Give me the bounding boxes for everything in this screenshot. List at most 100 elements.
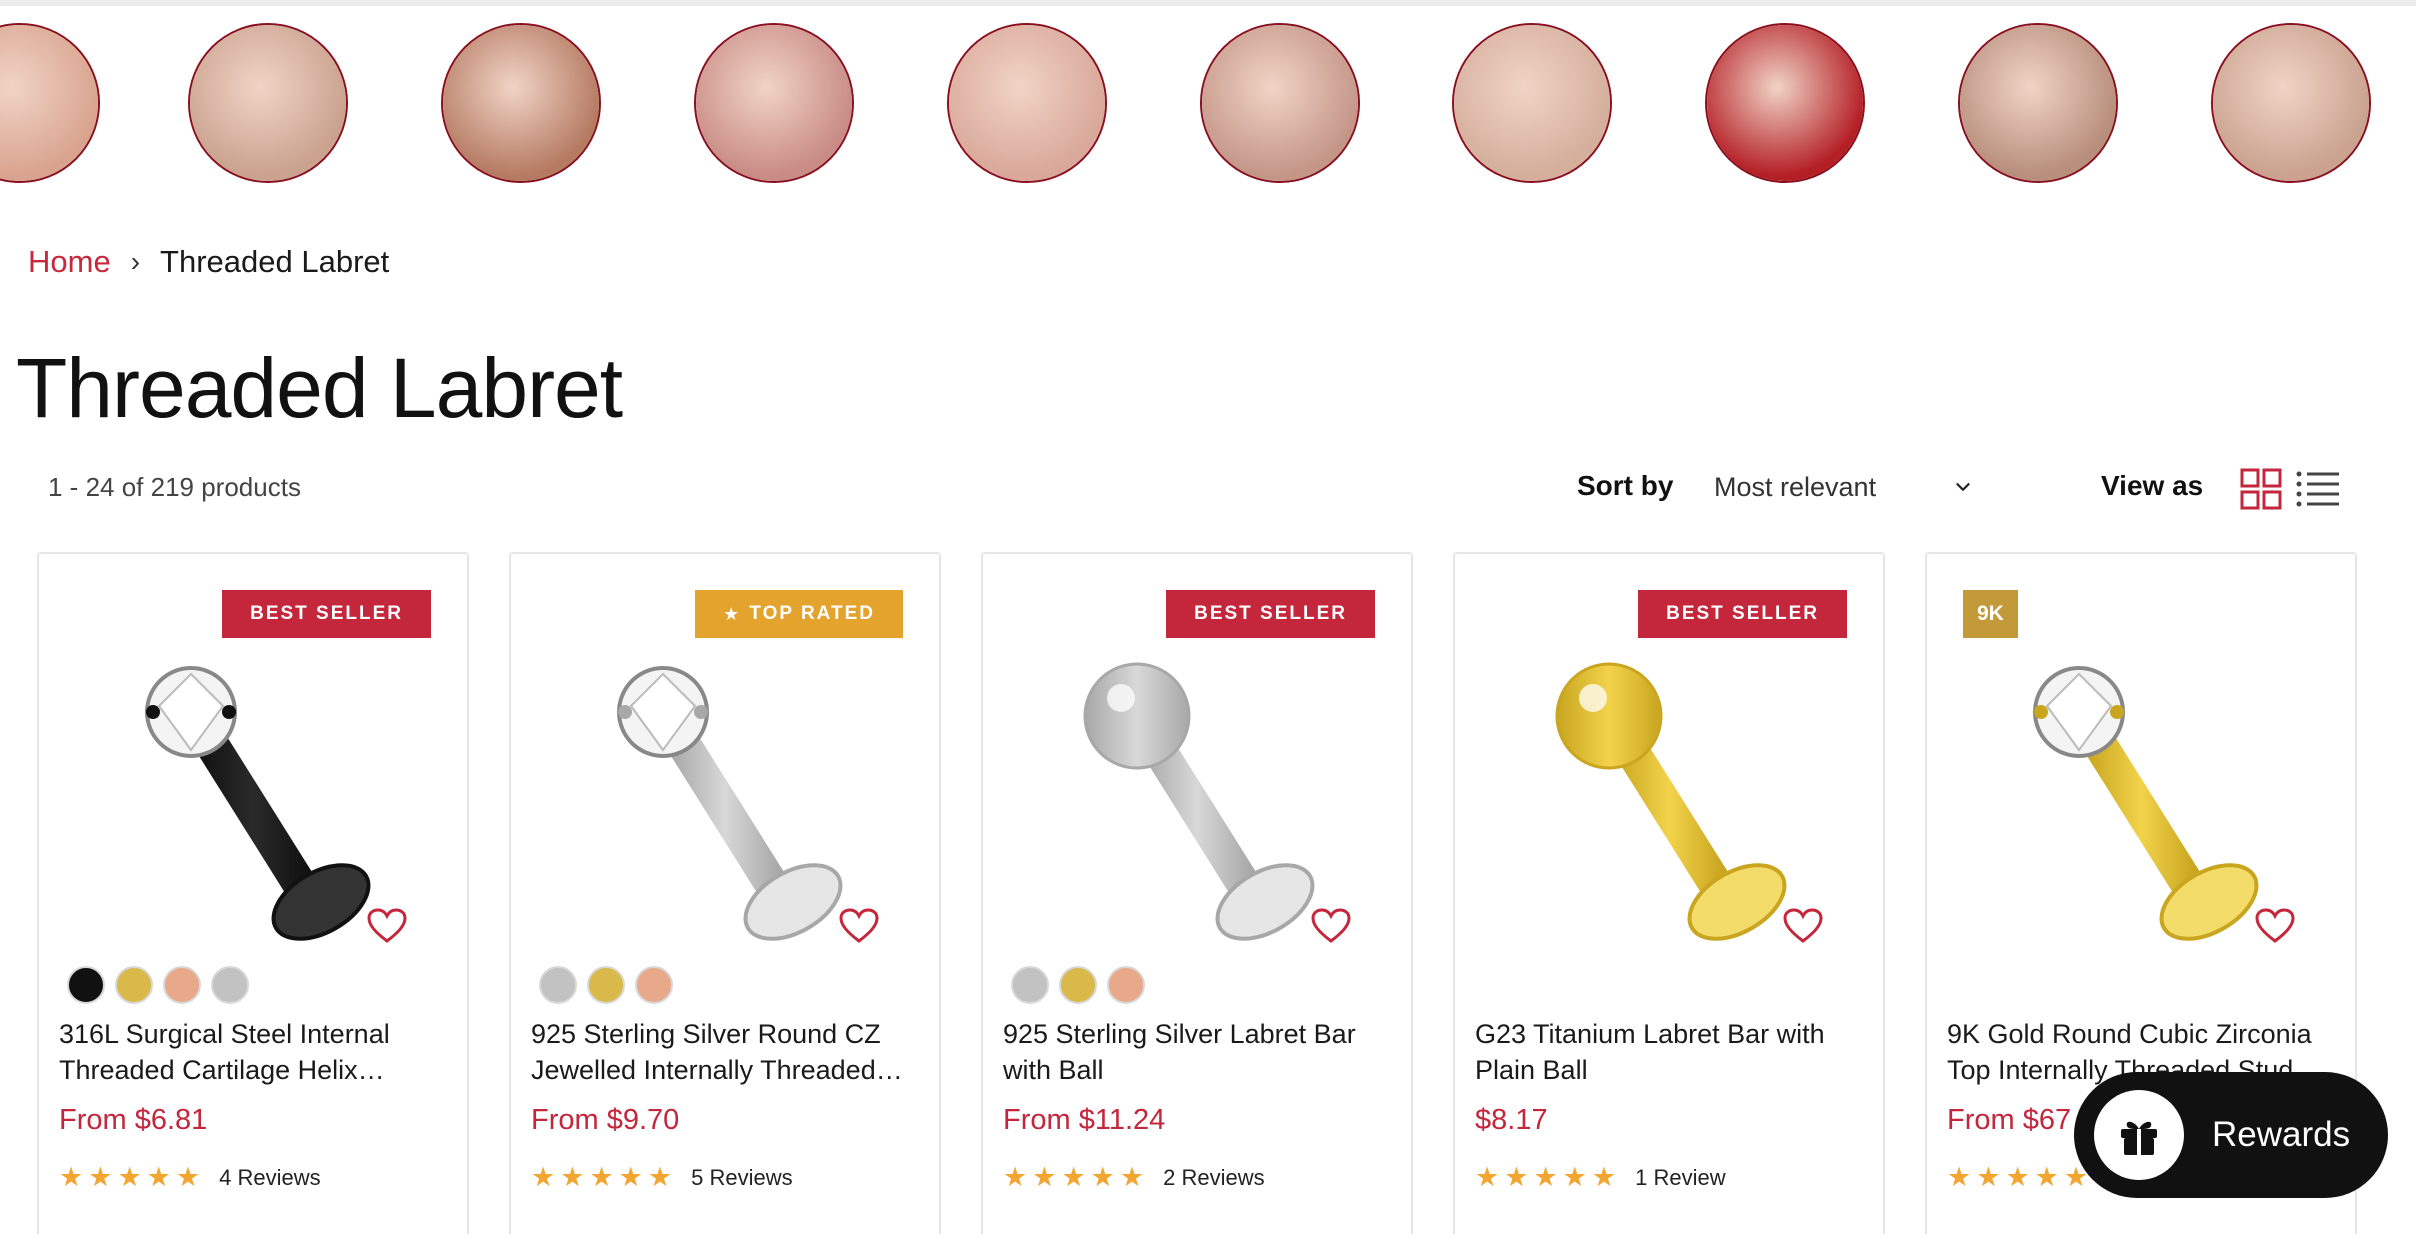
rating-star-icon: ★ bbox=[1504, 1162, 1529, 1192]
wishlist-heart-icon[interactable] bbox=[2255, 908, 2295, 944]
category-carousel bbox=[0, 20, 2416, 186]
breadcrumb-separator-icon: › bbox=[130, 246, 141, 277]
category-photo bbox=[2213, 25, 2369, 181]
rating-star-icon: ★ bbox=[1032, 1162, 1057, 1192]
category-photo bbox=[1454, 25, 1610, 181]
color-swatch[interactable] bbox=[635, 966, 673, 1004]
product-badge-label: BEST SELLER bbox=[1666, 603, 1819, 624]
product-rating[interactable]: ★ ★ ★ ★ ★ 5 Reviews bbox=[531, 1164, 793, 1191]
wishlist-heart-icon[interactable] bbox=[367, 908, 407, 944]
product-price: From $6.81 bbox=[59, 1104, 208, 1136]
product-title[interactable]: 316L Surgical Steel Internal Threaded Ca… bbox=[59, 1016, 454, 1088]
category-navel[interactable] bbox=[1705, 23, 1865, 183]
category-photo bbox=[0, 25, 98, 181]
product-rating[interactable]: ★ ★ ★ ★ ★ 4 Reviews bbox=[59, 1164, 321, 1191]
wishlist-heart-icon[interactable] bbox=[839, 908, 879, 944]
product-card[interactable]: BEST SELLER G23 Titanium Labret Bar with … bbox=[1453, 552, 1885, 1234]
category-cheek-dermal-2[interactable] bbox=[2211, 23, 2371, 183]
color-swatch[interactable] bbox=[1011, 966, 1049, 1004]
product-price: From $9.70 bbox=[531, 1104, 680, 1136]
product-price: From $11.24 bbox=[1003, 1104, 1166, 1136]
product-title[interactable]: 925 Sterling Silver Round CZ Jewelled In… bbox=[531, 1016, 926, 1088]
rating-star-icon: ★ bbox=[1061, 1162, 1086, 1192]
category-ear-lobe[interactable] bbox=[0, 23, 100, 183]
product-badge: BEST SELLER bbox=[1638, 590, 1847, 638]
rating-star-icon: ★ bbox=[1533, 1162, 1558, 1192]
product-title[interactable]: G23 Titanium Labret Bar with Plain Ball bbox=[1475, 1016, 1870, 1088]
rating-star-icon: ★ bbox=[1119, 1162, 1145, 1192]
product-card[interactable]: BEST SELLER 925 Sterling Silver Labret Ba… bbox=[981, 552, 1413, 1234]
color-swatch[interactable] bbox=[539, 966, 577, 1004]
list-view-icon[interactable] bbox=[2296, 470, 2340, 508]
chevron-down-icon bbox=[1956, 483, 1970, 491]
sort-label: Sort by bbox=[1577, 470, 1674, 501]
color-swatch[interactable] bbox=[163, 966, 201, 1004]
product-badge: ★ TOP RATED bbox=[695, 590, 903, 638]
view-as-label: View as bbox=[2101, 470, 2204, 501]
product-rating[interactable]: ★ ★ ★ ★ ★ 2 Reviews bbox=[1003, 1164, 1265, 1191]
review-count: 1 Review bbox=[1635, 1164, 1726, 1190]
category-ear-plug[interactable] bbox=[1958, 23, 2118, 183]
rating-star-icon: ★ bbox=[1976, 1162, 2001, 1192]
rating-star-icon: ★ bbox=[1003, 1162, 1028, 1192]
product-count: 1 - 24 of 219 products bbox=[48, 472, 301, 502]
category-photo bbox=[1202, 25, 1358, 181]
rating-star-icon: ★ bbox=[2005, 1162, 2030, 1192]
breadcrumb-current: Threaded Labret bbox=[160, 244, 390, 279]
rewards-label: Rewards bbox=[2212, 1115, 2351, 1154]
product-rating[interactable]: ★ ★ ★ ★ ★ 1 Review bbox=[1475, 1164, 1726, 1191]
rating-star-icon: ★ bbox=[531, 1162, 556, 1192]
rating-star-icon: ★ bbox=[647, 1162, 673, 1192]
category-eyebrow[interactable] bbox=[1452, 23, 1612, 183]
grid-view-icon[interactable] bbox=[2240, 468, 2282, 510]
rating-star-icon: ★ bbox=[1475, 1162, 1500, 1192]
gift-icon bbox=[2094, 1090, 2184, 1180]
category-lip-ring[interactable] bbox=[947, 23, 1107, 183]
category-photo bbox=[949, 25, 1105, 181]
color-swatch[interactable] bbox=[1107, 966, 1145, 1004]
category-cheek-dermal[interactable] bbox=[188, 23, 348, 183]
rating-star-icon: ★ bbox=[1090, 1162, 1115, 1192]
color-swatch[interactable] bbox=[1059, 966, 1097, 1004]
top-divider bbox=[0, 0, 2416, 6]
sort-select[interactable]: Most relevant bbox=[1714, 466, 1974, 508]
color-swatches bbox=[539, 966, 673, 1004]
product-badge-label: BEST SELLER bbox=[1194, 603, 1347, 624]
rating-star-icon: ★ bbox=[175, 1162, 201, 1192]
product-badge: BEST SELLER bbox=[1166, 590, 1375, 638]
rating-star-icon: ★ bbox=[560, 1162, 585, 1192]
review-count: 5 Reviews bbox=[691, 1164, 793, 1190]
color-swatches bbox=[67, 966, 249, 1004]
color-swatch[interactable] bbox=[67, 966, 105, 1004]
rewards-button[interactable]: Rewards bbox=[2074, 1072, 2388, 1198]
review-count: 2 Reviews bbox=[1163, 1164, 1265, 1190]
color-swatch[interactable] bbox=[587, 966, 625, 1004]
category-tongue[interactable] bbox=[694, 23, 854, 183]
category-helix[interactable] bbox=[1200, 23, 1360, 183]
product-card[interactable]: ★ TOP RATED 925 Sterling Silver Round CZ J… bbox=[509, 552, 941, 1234]
product-badge-label: BEST SELLER bbox=[250, 603, 403, 624]
star-icon: ★ bbox=[723, 603, 742, 624]
product-title[interactable]: 925 Sterling Silver Labret Bar with Ball bbox=[1003, 1016, 1398, 1088]
breadcrumb-home-link[interactable]: Home bbox=[28, 244, 111, 280]
category-photo bbox=[1707, 25, 1863, 181]
category-photo bbox=[190, 25, 346, 181]
color-swatch[interactable] bbox=[211, 966, 249, 1004]
color-swatches bbox=[1011, 966, 1145, 1004]
product-badge-label: 9K bbox=[1977, 602, 2004, 625]
color-swatch[interactable] bbox=[115, 966, 153, 1004]
review-count: 4 Reviews bbox=[219, 1164, 321, 1190]
rating-star-icon: ★ bbox=[59, 1162, 84, 1192]
category-septum[interactable] bbox=[441, 23, 601, 183]
page-title: Threaded Labret bbox=[16, 341, 623, 435]
rating-star-icon: ★ bbox=[589, 1162, 614, 1192]
wishlist-heart-icon[interactable] bbox=[1783, 908, 1823, 944]
breadcrumb: Home › Threaded Labret bbox=[28, 244, 389, 280]
product-badge: 9K bbox=[1963, 590, 2018, 638]
rating-star-icon: ★ bbox=[117, 1162, 142, 1192]
wishlist-heart-icon[interactable] bbox=[1311, 908, 1351, 944]
rating-star-icon: ★ bbox=[1591, 1162, 1617, 1192]
product-price: From $67 bbox=[1947, 1104, 2072, 1136]
rating-star-icon: ★ bbox=[88, 1162, 113, 1192]
product-card[interactable]: BEST SELLER 316L Surgical Steel Internal … bbox=[37, 552, 469, 1234]
